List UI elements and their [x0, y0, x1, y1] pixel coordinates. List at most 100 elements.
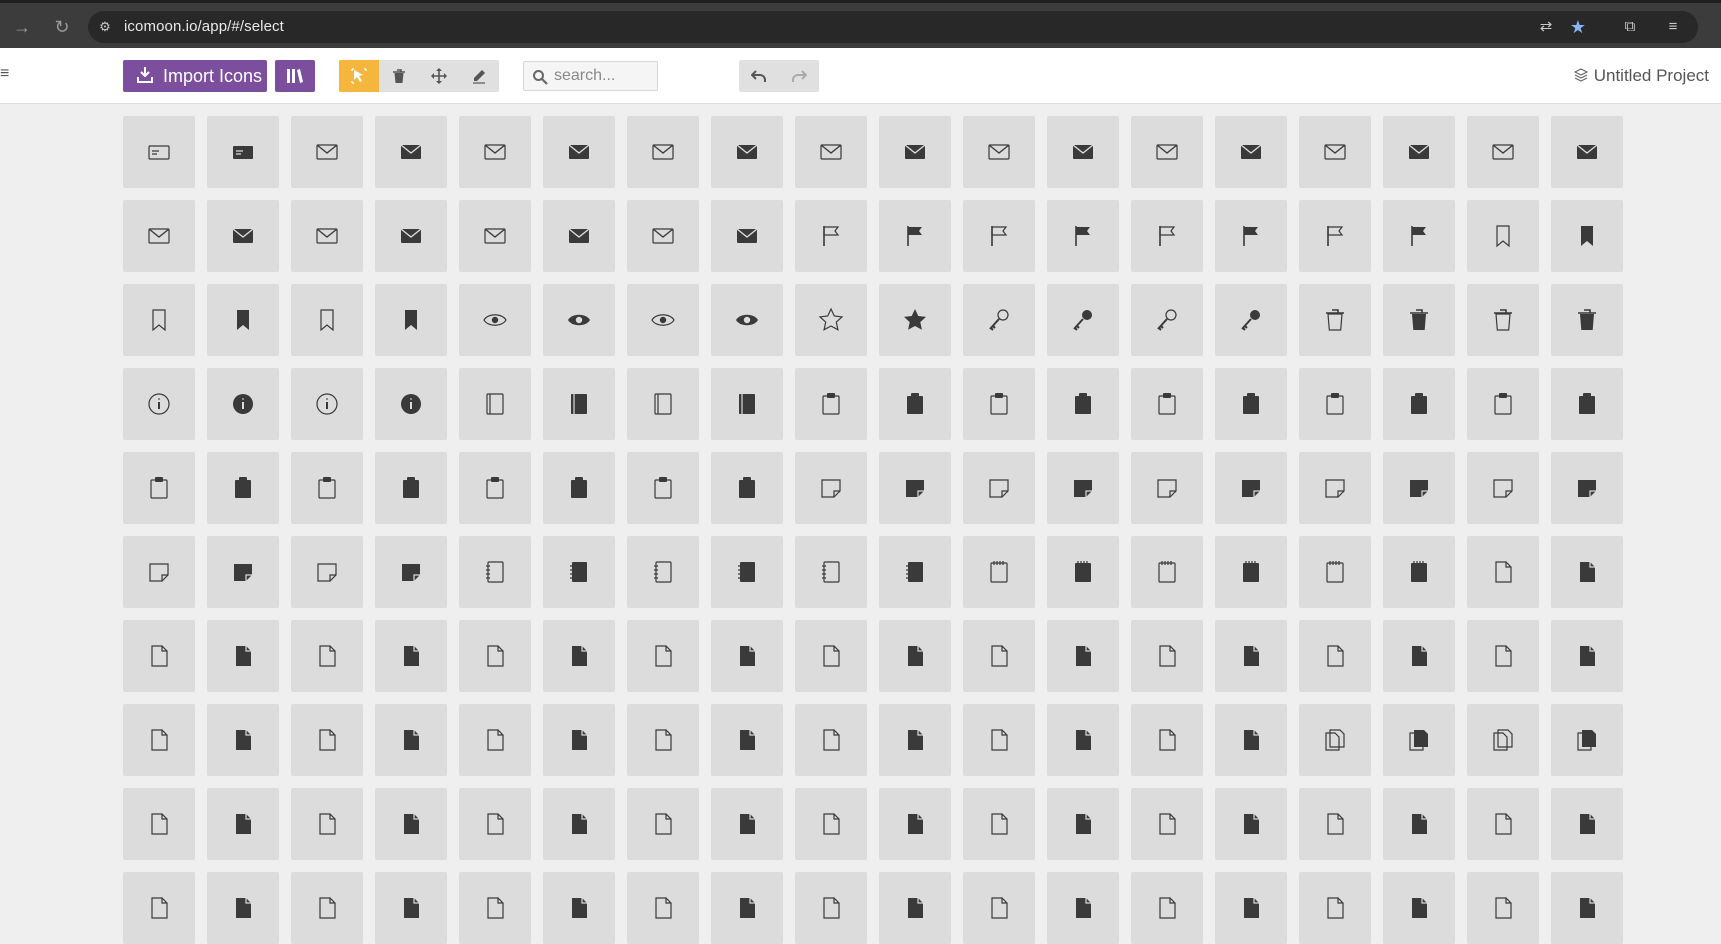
icon-cell[interactable]	[543, 620, 615, 692]
icon-cell[interactable]	[1047, 452, 1119, 524]
icon-library-button[interactable]	[275, 60, 315, 92]
icon-cell[interactable]	[291, 704, 363, 776]
icon-cell[interactable]	[543, 872, 615, 944]
icon-cell[interactable]	[1131, 872, 1203, 944]
icon-cell[interactable]	[1131, 620, 1203, 692]
icon-cell[interactable]	[711, 284, 783, 356]
tab-search-icon[interactable]: ≡	[1661, 15, 1685, 39]
icon-cell[interactable]	[1299, 620, 1371, 692]
icon-cell[interactable]	[291, 536, 363, 608]
icon-cell[interactable]	[1383, 536, 1455, 608]
icon-cell[interactable]	[1551, 284, 1623, 356]
icon-cell[interactable]	[1383, 704, 1455, 776]
icon-cell[interactable]	[879, 788, 951, 860]
icon-cell[interactable]	[1467, 536, 1539, 608]
icon-cell[interactable]	[1131, 788, 1203, 860]
icon-cell[interactable]	[459, 284, 531, 356]
icon-cell[interactable]	[879, 284, 951, 356]
icon-cell[interactable]	[1383, 788, 1455, 860]
icon-cell[interactable]	[711, 536, 783, 608]
icon-cell[interactable]	[795, 116, 867, 188]
icon-cell[interactable]	[207, 788, 279, 860]
icon-cell[interactable]	[1215, 116, 1287, 188]
icon-cell[interactable]	[795, 620, 867, 692]
extensions-icon[interactable]: ⧉	[1618, 15, 1642, 39]
icon-cell[interactable]	[123, 872, 195, 944]
icon-cell[interactable]	[1299, 452, 1371, 524]
icon-cell[interactable]	[627, 284, 699, 356]
icon-cell[interactable]	[1551, 536, 1623, 608]
icon-cell[interactable]	[963, 536, 1035, 608]
icon-cell[interactable]	[543, 704, 615, 776]
icon-cell[interactable]	[879, 536, 951, 608]
icon-cell[interactable]	[375, 704, 447, 776]
icon-cell[interactable]	[1299, 872, 1371, 944]
site-info-icon[interactable]: ⚙	[96, 18, 114, 36]
icon-cell[interactable]	[291, 620, 363, 692]
icon-cell[interactable]	[627, 368, 699, 440]
icon-cell[interactable]	[711, 788, 783, 860]
icon-cell[interactable]	[879, 872, 951, 944]
icon-cell[interactable]	[375, 116, 447, 188]
icon-cell[interactable]	[1131, 200, 1203, 272]
icon-cell[interactable]	[711, 872, 783, 944]
icon-cell[interactable]	[795, 200, 867, 272]
icon-cell[interactable]	[207, 200, 279, 272]
icon-cell[interactable]	[1215, 536, 1287, 608]
icon-cell[interactable]	[1047, 704, 1119, 776]
icon-cell[interactable]	[459, 620, 531, 692]
icon-cell[interactable]	[1299, 284, 1371, 356]
icon-cell[interactable]	[123, 200, 195, 272]
icon-cell[interactable]	[1047, 620, 1119, 692]
icon-cell[interactable]	[1299, 116, 1371, 188]
icon-cell[interactable]	[627, 704, 699, 776]
icon-cell[interactable]	[543, 788, 615, 860]
icon-cell[interactable]	[711, 200, 783, 272]
icon-cell[interactable]	[1047, 368, 1119, 440]
icon-cell[interactable]	[1467, 200, 1539, 272]
icon-cell[interactable]	[1131, 704, 1203, 776]
icon-cell[interactable]	[1467, 284, 1539, 356]
icon-cell[interactable]	[207, 620, 279, 692]
icon-cell[interactable]	[627, 536, 699, 608]
icon-cell[interactable]	[963, 200, 1035, 272]
icon-cell[interactable]	[375, 620, 447, 692]
icon-cell[interactable]	[1215, 620, 1287, 692]
icon-cell[interactable]	[1551, 452, 1623, 524]
icon-cell[interactable]	[123, 704, 195, 776]
forward-arrow-icon[interactable]: →	[10, 15, 34, 39]
icon-cell[interactable]	[543, 284, 615, 356]
icon-cell[interactable]	[459, 116, 531, 188]
icon-cell[interactable]	[1467, 788, 1539, 860]
icon-cell[interactable]	[963, 872, 1035, 944]
icon-cell[interactable]	[711, 452, 783, 524]
icon-cell[interactable]	[1299, 200, 1371, 272]
icon-cell[interactable]	[1467, 452, 1539, 524]
icon-cell[interactable]	[1467, 872, 1539, 944]
undo-button[interactable]	[739, 60, 779, 92]
icon-cell[interactable]	[1467, 368, 1539, 440]
icon-cell[interactable]	[123, 788, 195, 860]
icon-cell[interactable]	[627, 620, 699, 692]
icon-cell[interactable]	[459, 368, 531, 440]
project-name[interactable]: Untitled Project	[1573, 66, 1709, 86]
icon-cell[interactable]	[879, 200, 951, 272]
icon-cell[interactable]	[1299, 368, 1371, 440]
icon-cell[interactable]	[1383, 368, 1455, 440]
icon-cell[interactable]	[1299, 788, 1371, 860]
icon-cell[interactable]	[459, 704, 531, 776]
search-field[interactable]	[523, 61, 658, 91]
icon-cell[interactable]	[123, 116, 195, 188]
icon-cell[interactable]	[1551, 788, 1623, 860]
url-text[interactable]: icomoon.io/app/#/select	[124, 18, 284, 36]
icon-cell[interactable]	[1131, 536, 1203, 608]
icon-cell[interactable]	[1383, 200, 1455, 272]
icon-cell[interactable]	[1551, 704, 1623, 776]
icon-cell[interactable]	[711, 620, 783, 692]
icon-cell[interactable]	[207, 872, 279, 944]
icon-cell[interactable]	[207, 284, 279, 356]
icon-cell[interactable]	[459, 872, 531, 944]
icon-cell[interactable]	[627, 452, 699, 524]
icon-cell[interactable]	[795, 788, 867, 860]
icon-cell[interactable]	[1551, 620, 1623, 692]
